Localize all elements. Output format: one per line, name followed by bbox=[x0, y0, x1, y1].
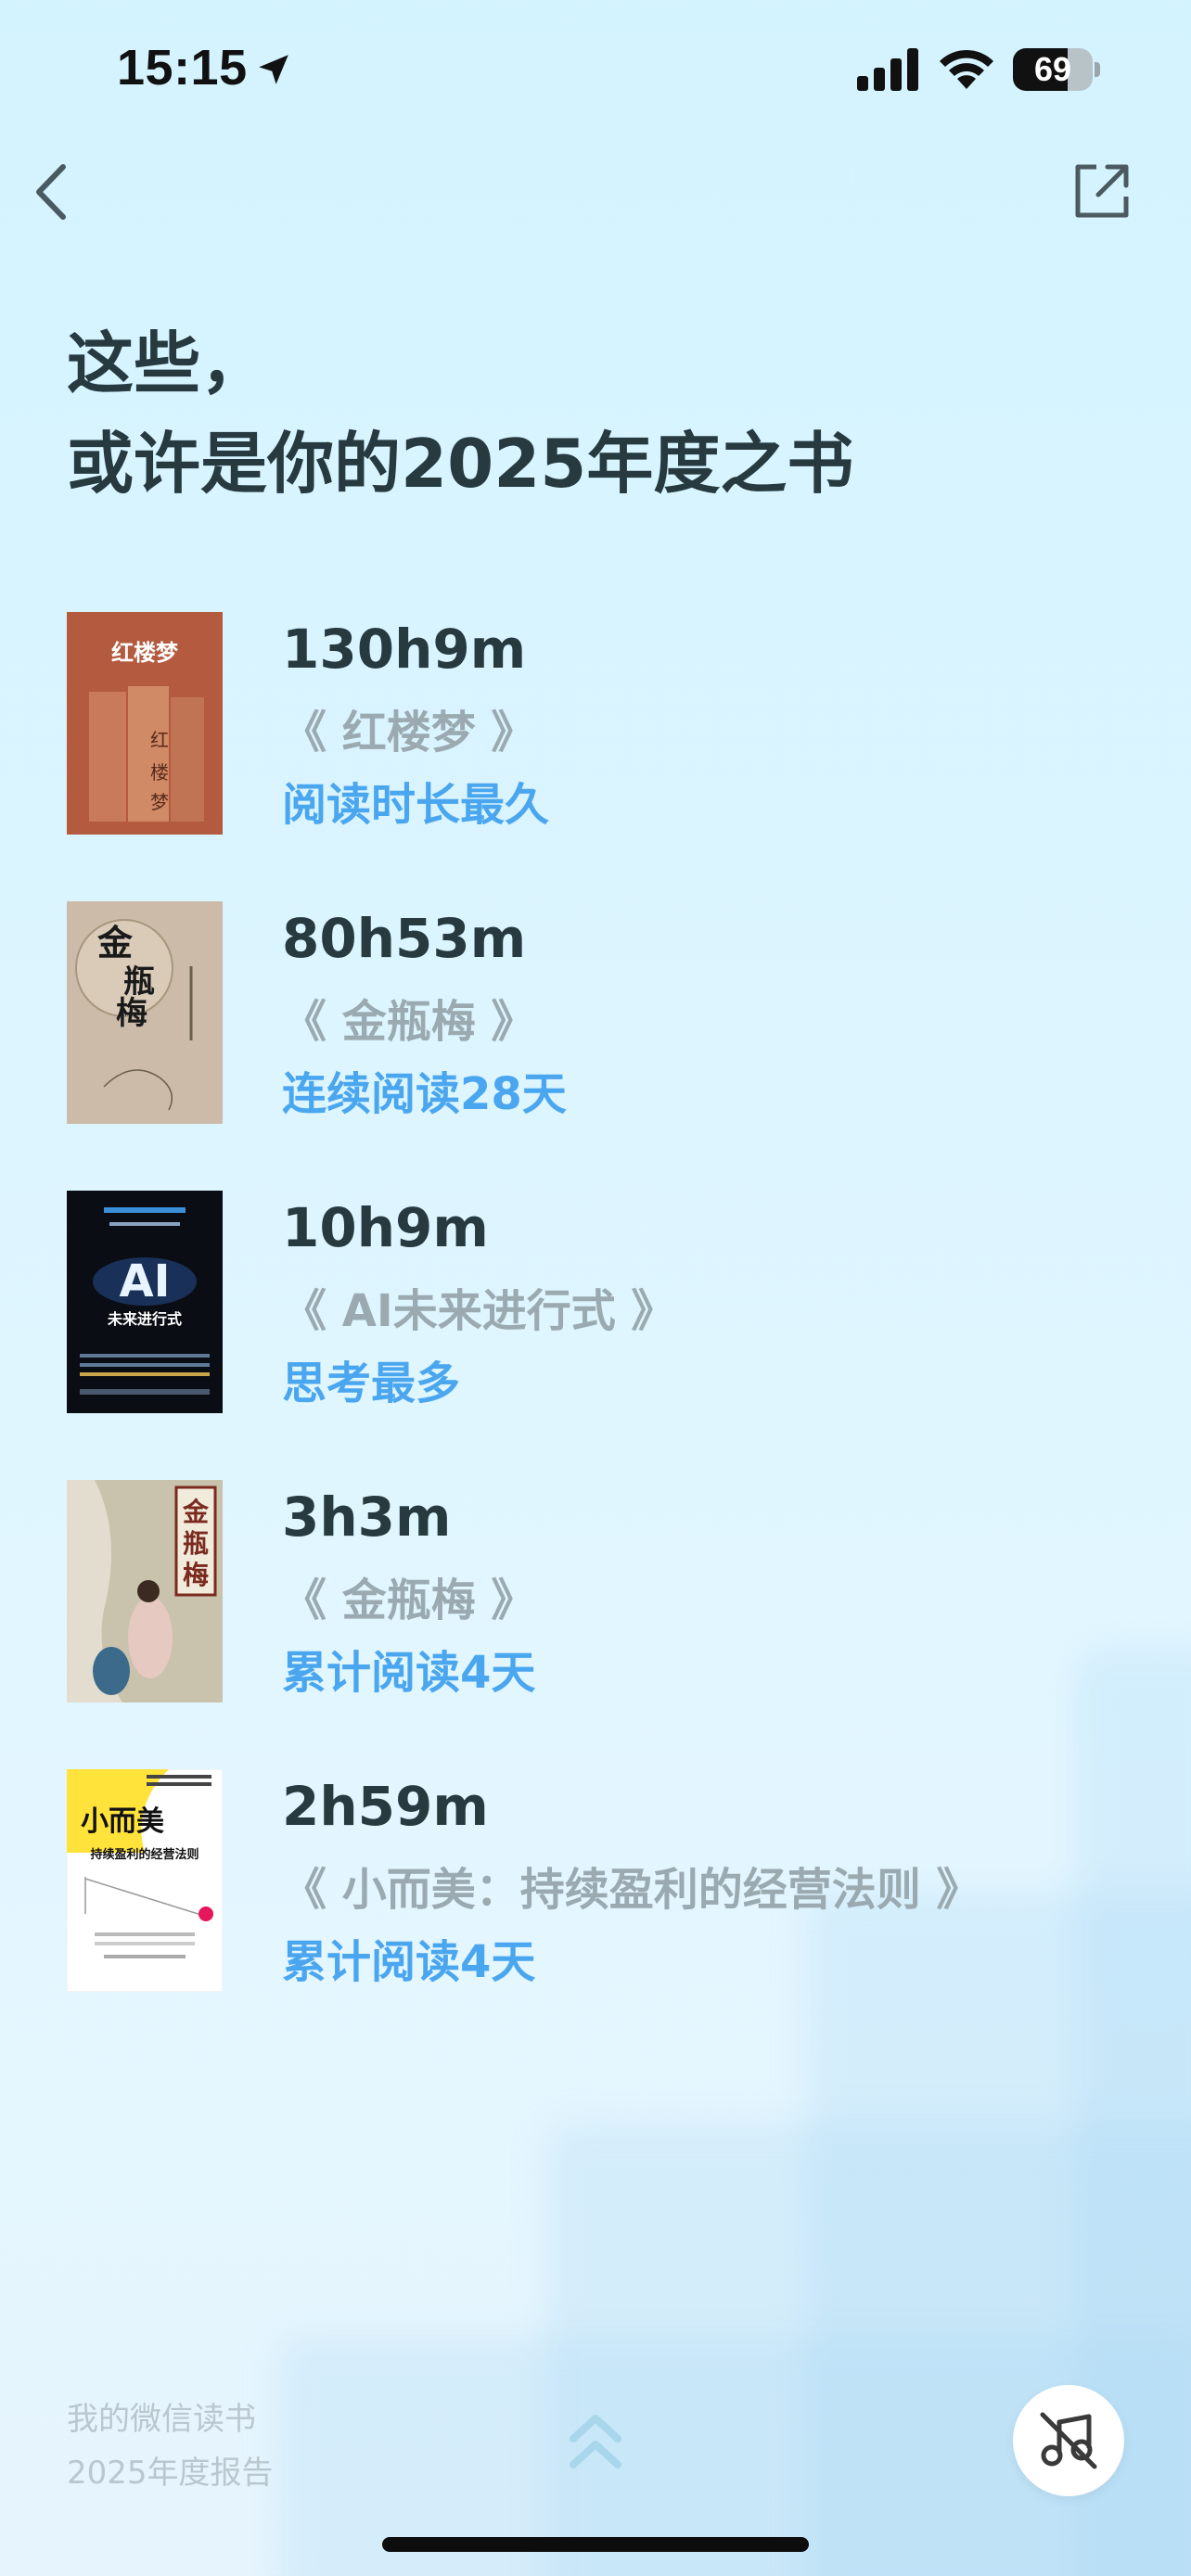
cover-title: 小而美 bbox=[81, 1805, 164, 1838]
achievement-label: 累计阅读4天 bbox=[282, 1936, 536, 1988]
reading-time: 130h9m bbox=[282, 618, 527, 681]
reading-time: 80h53m bbox=[282, 907, 527, 970]
music-toggle-button[interactable] bbox=[1013, 2385, 1124, 2496]
reading-time: 3h3m bbox=[282, 1486, 452, 1549]
book-title: 《 金瓶梅 》 bbox=[282, 996, 536, 1048]
report-caption-line-1: 我的微信读书 bbox=[67, 2401, 256, 2438]
battery-tip bbox=[1095, 62, 1100, 77]
wifi-icon bbox=[940, 49, 993, 89]
book-cover[interactable]: 红楼梦 红 楼 梦 bbox=[67, 612, 223, 835]
cover-title: AI bbox=[119, 1256, 170, 1307]
report-caption: 我的微信读书 2025年度报告 bbox=[67, 2392, 274, 2500]
achievement-label: 思考最多 bbox=[282, 1358, 461, 1409]
svg-text:梅: 梅 bbox=[116, 995, 147, 1032]
svg-text:瓶: 瓶 bbox=[183, 1528, 209, 1559]
report-caption-line-2: 2025年度报告 bbox=[67, 2455, 274, 2492]
reading-time: 10h9m bbox=[282, 1196, 489, 1259]
home-indicator[interactable] bbox=[382, 2537, 809, 2552]
cover-subtitle: 未来进行式 bbox=[107, 1310, 182, 1328]
book-cover[interactable]: 金 瓶 梅 金瓶梅 bbox=[67, 1480, 223, 1702]
status-time: 15:15 bbox=[117, 40, 248, 96]
achievement-label: 累计阅读4天 bbox=[282, 1647, 536, 1699]
cover-subtitle: 持续盈利的经营法则 bbox=[90, 1847, 198, 1862]
book-cover[interactable]: AI 未来进行式 bbox=[67, 1191, 223, 1413]
book-cover[interactable]: 金 瓶 梅 金瓶梅 bbox=[67, 901, 223, 1124]
book-item[interactable]: 金 瓶 梅 金瓶梅 80h53m 《 金瓶梅 》 连续阅读28天 bbox=[67, 901, 1161, 1124]
battery-indicator: 69 bbox=[1013, 48, 1100, 91]
book-title: 《 AI未来进行式 》 bbox=[282, 1285, 676, 1337]
double-chevron-up-icon[interactable] bbox=[566, 2407, 625, 2474]
book-item[interactable]: AI 未来进行式 10h9m 《 AI未来进行式 》 思考最多 bbox=[67, 1191, 1161, 1413]
page-title: 这些， 或许是你的2025年度之书 bbox=[67, 313, 853, 514]
svg-text:梅: 梅 bbox=[183, 1560, 209, 1590]
location-arrow-icon bbox=[259, 55, 288, 84]
book-title: 《 红楼梦 》 bbox=[282, 707, 536, 759]
cover-title: 红楼梦 bbox=[111, 640, 179, 666]
svg-text:楼: 楼 bbox=[150, 761, 169, 784]
svg-text:梦: 梦 bbox=[150, 791, 169, 813]
chevron-left-icon[interactable] bbox=[26, 159, 78, 224]
svg-text:红: 红 bbox=[150, 729, 169, 751]
svg-text:金: 金 bbox=[182, 1497, 210, 1527]
book-item[interactable]: 红楼梦 红 楼 梦 130h9m 《 红楼梦 》 阅读时长最久 bbox=[67, 612, 1161, 835]
book-title: 《 小而美：持续盈利的经营法则 》 bbox=[282, 1864, 981, 1916]
book-cover[interactable]: 小而美 持续盈利的经营法则 bbox=[67, 1769, 223, 1992]
music-off-icon bbox=[1040, 2412, 1097, 2469]
battery-body: 69 bbox=[1013, 48, 1093, 91]
cellular-signal-icon bbox=[857, 48, 918, 91]
book-title: 《 金瓶梅 》 bbox=[282, 1575, 536, 1626]
reading-time: 2h59m bbox=[282, 1775, 489, 1838]
battery-percent: 69 bbox=[1033, 50, 1072, 88]
title-line-1: 这些， bbox=[67, 325, 268, 402]
status-bar: 15:15 69 bbox=[0, 0, 1191, 139]
achievement-label: 连续阅读28天 bbox=[282, 1068, 567, 1120]
svg-text:金: 金 bbox=[96, 922, 134, 963]
title-line-2: 或许是你的2025年度之书 bbox=[67, 425, 854, 503]
share-external-icon[interactable] bbox=[1072, 161, 1132, 221]
book-item[interactable]: 小而美 持续盈利的经营法则 2h59m 《 小而美：持续盈利的经营法则 》 累计… bbox=[67, 1769, 1161, 1992]
book-item[interactable]: 金 瓶 梅 金瓶梅 3h3m 《 金瓶梅 》 累计阅读4天 bbox=[67, 1480, 1161, 1702]
achievement-label: 阅读时长最久 bbox=[282, 779, 550, 831]
